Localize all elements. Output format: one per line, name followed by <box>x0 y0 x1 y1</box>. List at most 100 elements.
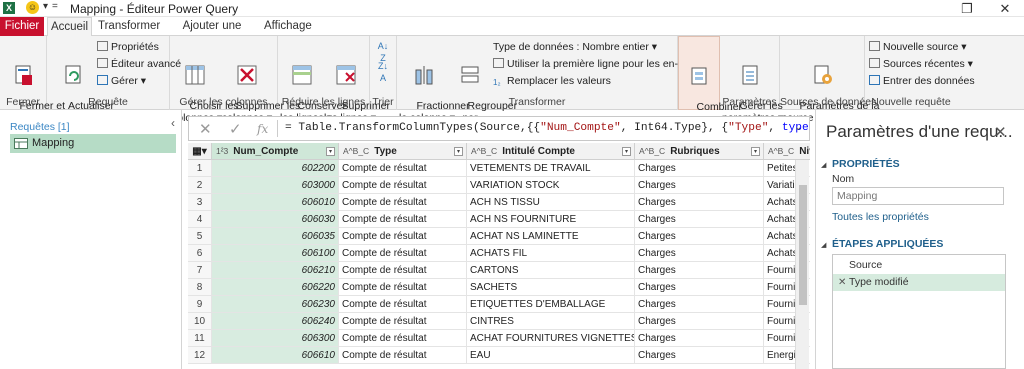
table-cell[interactable]: Compte de résultat <box>339 347 467 364</box>
column-header-3[interactable]: A^B_C Rubriques ▾ <box>635 143 764 160</box>
table-cell[interactable]: ACH NS TISSU <box>467 194 635 211</box>
table-cell[interactable]: 606210 <box>212 262 339 279</box>
column-type-icon[interactable]: A^B_C <box>768 146 794 156</box>
table-cell[interactable]: ACH NS FOURNITURE <box>467 211 635 228</box>
table-cell[interactable]: Charges <box>635 177 764 194</box>
tab-accueil[interactable]: Accueil <box>47 17 92 37</box>
column-header-4[interactable]: A^B_C Niveau <box>764 143 810 160</box>
tab-affichage[interactable]: Affichage <box>264 17 312 36</box>
collapse-props-icon[interactable]: ◢ <box>821 161 826 169</box>
table-cell[interactable]: Compte de résultat <box>339 279 467 296</box>
table-cell[interactable]: 606300 <box>212 330 339 347</box>
column-filter-dropdown[interactable]: ▾ <box>326 147 335 156</box>
tab-fichier[interactable]: Fichier <box>0 17 44 36</box>
table-cell[interactable]: Charges <box>635 347 764 364</box>
table-cell[interactable]: Charges <box>635 296 764 313</box>
collapse-steps-icon[interactable]: ◢ <box>821 241 826 249</box>
table-cell[interactable]: 606610 <box>212 347 339 364</box>
delete-step-icon[interactable]: ✕ <box>838 274 846 291</box>
fx-icon[interactable]: fx <box>257 122 268 136</box>
table-cell[interactable]: EAU <box>467 347 635 364</box>
expand-formula-icon[interactable]: ⌄ <box>794 122 802 133</box>
data-type-dropdown[interactable]: Type de données : Nombre entier ▾ <box>493 40 657 55</box>
table-cell[interactable]: Compte de résultat <box>339 211 467 228</box>
scrollbar-thumb[interactable] <box>799 185 807 305</box>
table-cell[interactable]: ETIQUETTES D'EMBALLAGE <box>467 296 635 313</box>
all-properties-link[interactable]: Toutes les propriétés <box>832 211 929 223</box>
tab-ajouter-colonne[interactable]: Ajouter une colonne <box>166 17 258 51</box>
table-cell[interactable]: Compte de résultat <box>339 228 467 245</box>
table-cell[interactable]: Charges <box>635 330 764 347</box>
table-cell[interactable]: 606010 <box>212 194 339 211</box>
column-filter-dropdown[interactable]: ▾ <box>454 147 463 156</box>
table-cell[interactable]: 606220 <box>212 279 339 296</box>
table-cell[interactable]: Compte de résultat <box>339 160 467 177</box>
properties-button[interactable]: Propriétés <box>97 40 159 55</box>
table-cell[interactable]: SACHETS <box>467 279 635 296</box>
close-button[interactable]: ✕ <box>990 0 1020 17</box>
query-name-input[interactable]: Mapping <box>832 187 1004 205</box>
table-cell[interactable]: 606230 <box>212 296 339 313</box>
table-cell[interactable]: Charges <box>635 245 764 262</box>
cancel-formula-icon[interactable]: ✕ <box>199 120 212 138</box>
table-cell[interactable]: Compte de résultat <box>339 313 467 330</box>
table-cell[interactable]: 603000 <box>212 177 339 194</box>
table-cell[interactable]: Charges <box>635 262 764 279</box>
column-type-icon[interactable]: A^B_C <box>471 146 497 156</box>
table-cell[interactable]: Compte de résultat <box>339 245 467 262</box>
column-header-0[interactable]: 1²3 Num_Compte ▾ <box>212 143 339 160</box>
table-cell[interactable]: Compte de résultat <box>339 330 467 347</box>
restore-button[interactable]: ❐ <box>952 0 982 17</box>
column-header-2[interactable]: A^B_C Intitulé Compte ▾ <box>467 143 635 160</box>
table-cell[interactable]: Charges <box>635 211 764 228</box>
formula-text[interactable]: = Table.TransformColumnTypes(Source,{{"N… <box>285 122 856 134</box>
column-type-icon[interactable]: A^B_C <box>343 146 369 156</box>
table-cell[interactable]: Charges <box>635 160 764 177</box>
qat-customize-icon[interactable]: = <box>52 1 58 12</box>
table-cell[interactable]: 602200 <box>212 160 339 177</box>
table-menu-icon[interactable]: ▦▾ <box>188 143 212 160</box>
column-type-icon[interactable]: 1²3 <box>216 146 228 156</box>
table-cell[interactable]: 606035 <box>212 228 339 245</box>
step-source[interactable]: Source <box>833 257 1005 274</box>
column-header-1[interactable]: A^B_C Type ▾ <box>339 143 467 160</box>
new-source-button[interactable]: Nouvelle source ▾ <box>869 40 966 55</box>
close-settings-icon[interactable]: ✕ <box>994 123 1007 141</box>
manage-button[interactable]: Gérer ▾ <box>97 74 146 89</box>
column-type-icon[interactable]: A^B_C <box>639 146 665 156</box>
column-filter-dropdown[interactable]: ▾ <box>751 147 760 156</box>
table-cell[interactable]: ACHAT NS LAMINETTE <box>467 228 635 245</box>
column-filter-dropdown[interactable]: ▾ <box>622 147 631 156</box>
vertical-scrollbar[interactable] <box>795 160 809 369</box>
table-cell[interactable]: Compte de résultat <box>339 177 467 194</box>
table-cell[interactable]: Charges <box>635 228 764 245</box>
qat-dropdown-icon[interactable]: ▾ <box>43 1 48 12</box>
table-cell[interactable]: Charges <box>635 279 764 296</box>
table-cell[interactable]: 606240 <box>212 313 339 330</box>
confirm-formula-icon[interactable]: ✓ <box>229 120 242 138</box>
tab-transformer[interactable]: Transformer <box>98 17 160 36</box>
table-cell[interactable]: Compte de résultat <box>339 296 467 313</box>
step-type-modifie[interactable]: ✕ Type modifié <box>833 274 1005 291</box>
query-item-mapping[interactable]: Mapping <box>10 134 176 153</box>
table-cell[interactable]: Compte de résultat <box>339 262 467 279</box>
replace-values-button[interactable]: 1₂ Remplacer les valeurs <box>493 74 611 89</box>
collapse-pane-icon[interactable]: ‹ <box>171 116 175 130</box>
table-cell[interactable]: Charges <box>635 313 764 330</box>
table-cell[interactable]: Charges <box>635 194 764 211</box>
table-cell[interactable]: 606030 <box>212 211 339 228</box>
table-cell[interactable]: VETEMENTS DE TRAVAIL <box>467 160 635 177</box>
table-cell[interactable]: ACHATS FIL <box>467 245 635 262</box>
table-cell[interactable]: CINTRES <box>467 313 635 330</box>
table-cell[interactable]: Compte de résultat <box>339 194 467 211</box>
use-first-row-headers-button[interactable]: Utiliser la première ligne pour les en-t… <box>493 57 709 72</box>
recent-sources-button[interactable]: Sources récentes ▾ <box>869 57 973 72</box>
table-cell[interactable]: ACHAT FOURNITURES VIGNETTES <box>467 330 635 347</box>
table-cell[interactable]: 606100 <box>212 245 339 262</box>
advanced-editor-button[interactable]: Éditeur avancé <box>97 57 181 72</box>
smiley-feedback-icon[interactable]: ☺ <box>26 1 39 14</box>
table-cell[interactable]: CARTONS <box>467 262 635 279</box>
table-cell[interactable]: VARIATION STOCK <box>467 177 635 194</box>
enter-data-button[interactable]: Entrer des données <box>869 74 975 89</box>
sort-descending-icon[interactable]: Z↓ A <box>376 60 390 84</box>
